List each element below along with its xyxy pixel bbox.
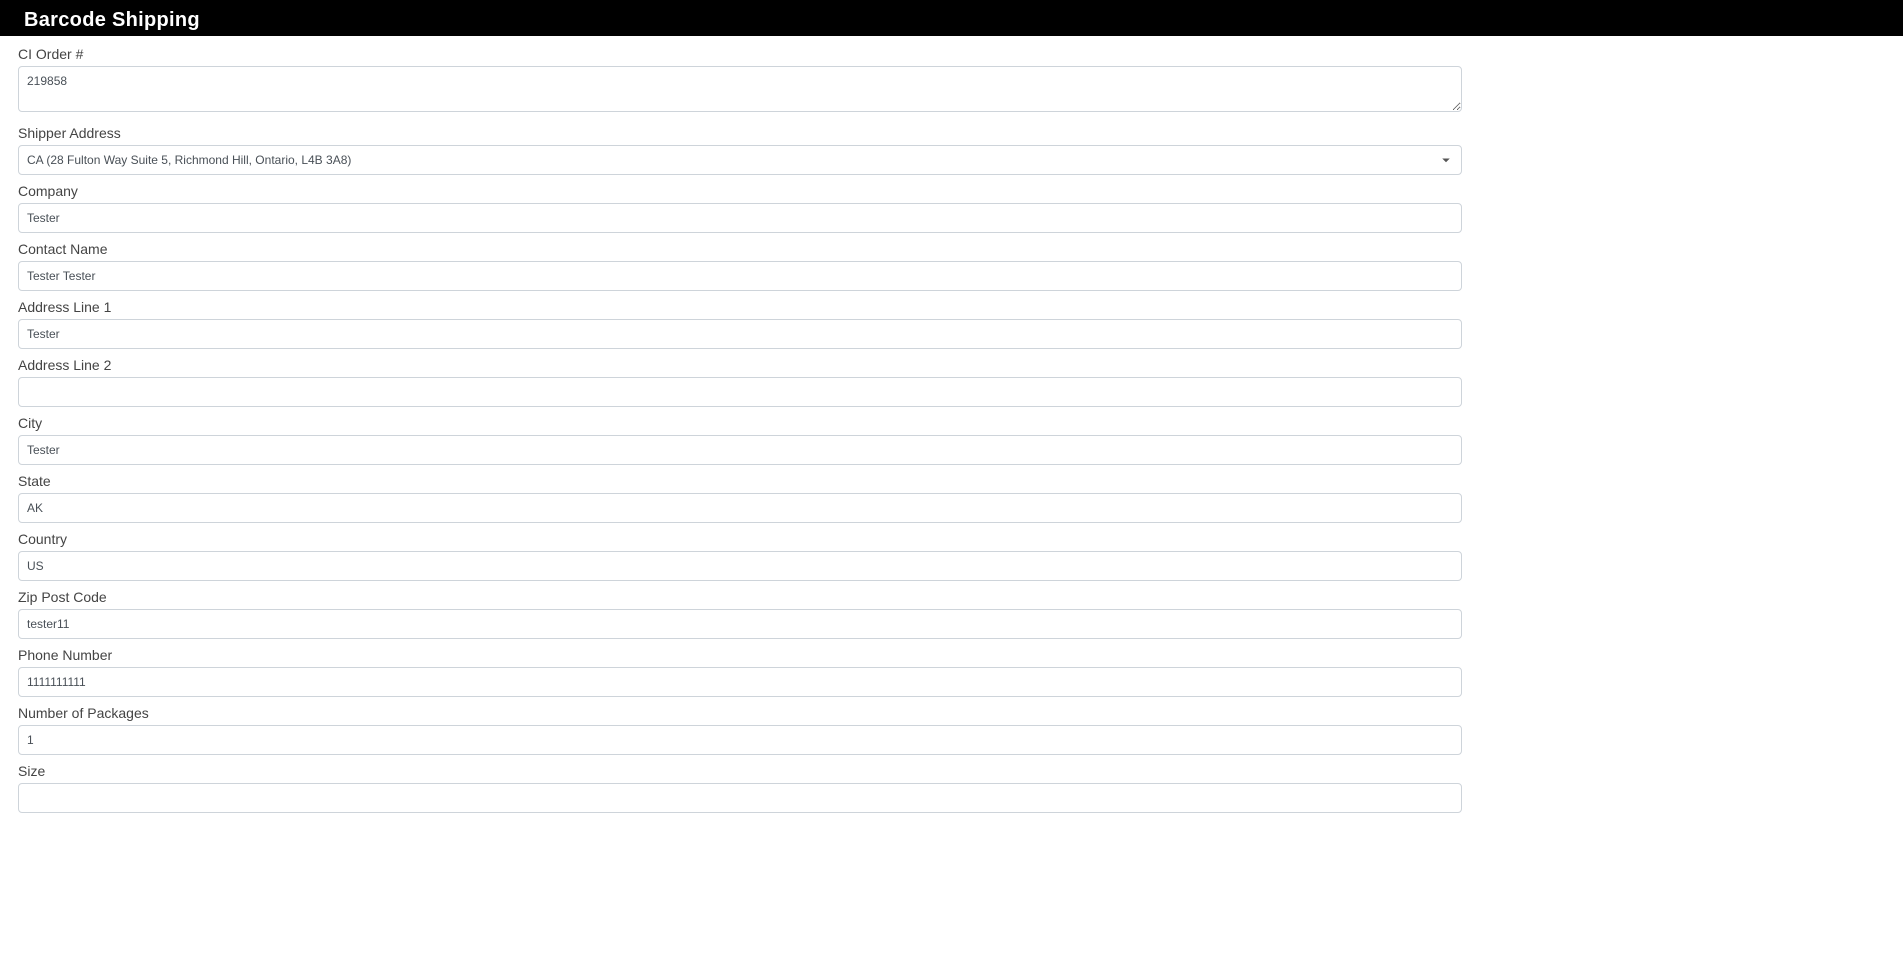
field-country: Country <box>18 531 1462 581</box>
state-input[interactable] <box>18 493 1462 523</box>
page-header: Barcode Shipping <box>0 5 1903 36</box>
field-num-packages: Number of Packages <box>18 705 1462 755</box>
field-zip: Zip Post Code <box>18 589 1462 639</box>
size-label: Size <box>18 763 1462 779</box>
address-line-1-label: Address Line 1 <box>18 299 1462 315</box>
field-shipper-address: Shipper Address CA (28 Fulton Way Suite … <box>18 125 1462 175</box>
field-state: State <box>18 473 1462 523</box>
shipper-address-select[interactable]: CA (28 Fulton Way Suite 5, Richmond Hill… <box>18 145 1462 175</box>
country-input[interactable] <box>18 551 1462 581</box>
zip-label: Zip Post Code <box>18 589 1462 605</box>
contact-name-input[interactable] <box>18 261 1462 291</box>
company-label: Company <box>18 183 1462 199</box>
field-ci-order: CI Order # <box>18 46 1462 117</box>
ci-order-label: CI Order # <box>18 46 1462 62</box>
phone-label: Phone Number <box>18 647 1462 663</box>
num-packages-input[interactable] <box>18 725 1462 755</box>
state-label: State <box>18 473 1462 489</box>
field-address-line-2: Address Line 2 <box>18 357 1462 407</box>
field-address-line-1: Address Line 1 <box>18 299 1462 349</box>
contact-name-label: Contact Name <box>18 241 1462 257</box>
phone-input[interactable] <box>18 667 1462 697</box>
page-title: Barcode Shipping <box>24 9 1879 32</box>
shipping-form: CI Order # Shipper Address CA (28 Fulton… <box>0 36 1480 841</box>
shipper-address-label: Shipper Address <box>18 125 1462 141</box>
field-company: Company <box>18 183 1462 233</box>
city-label: City <box>18 415 1462 431</box>
address-line-2-label: Address Line 2 <box>18 357 1462 373</box>
city-input[interactable] <box>18 435 1462 465</box>
field-size: Size <box>18 763 1462 813</box>
address-line-2-input[interactable] <box>18 377 1462 407</box>
size-input[interactable] <box>18 783 1462 813</box>
field-phone: Phone Number <box>18 647 1462 697</box>
field-city: City <box>18 415 1462 465</box>
num-packages-label: Number of Packages <box>18 705 1462 721</box>
field-contact-name: Contact Name <box>18 241 1462 291</box>
zip-input[interactable] <box>18 609 1462 639</box>
ci-order-input[interactable] <box>18 66 1462 112</box>
country-label: Country <box>18 531 1462 547</box>
address-line-1-input[interactable] <box>18 319 1462 349</box>
company-input[interactable] <box>18 203 1462 233</box>
